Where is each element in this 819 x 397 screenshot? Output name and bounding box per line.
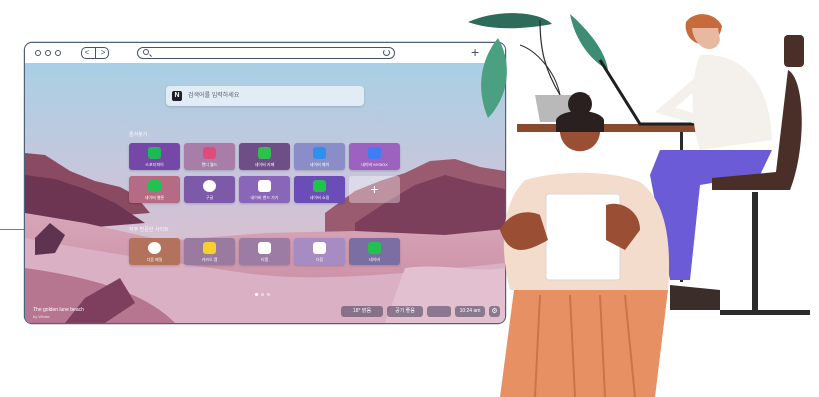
woman-illustration (500, 92, 670, 397)
man-illustration (650, 14, 810, 315)
people-illustration (468, 13, 810, 397)
